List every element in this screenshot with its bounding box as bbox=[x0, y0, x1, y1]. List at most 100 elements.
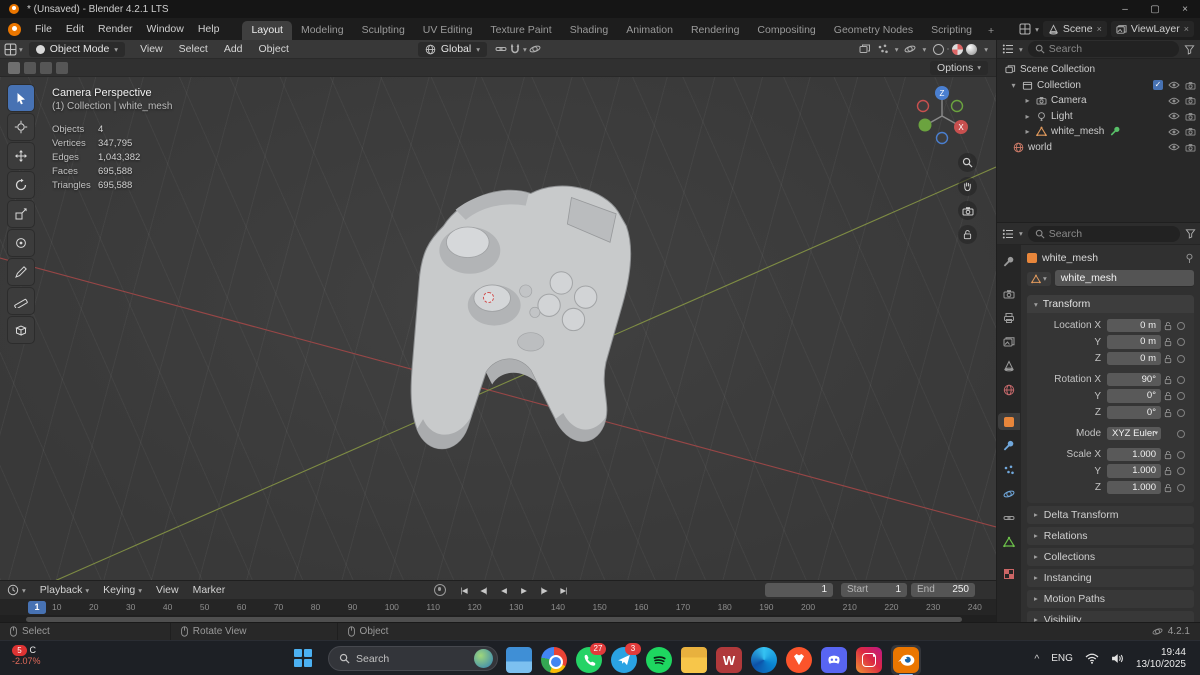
filter-funnel-icon[interactable] bbox=[1184, 44, 1195, 55]
menu-add[interactable]: Add bbox=[217, 42, 250, 56]
collection-checkbox[interactable]: ✓ bbox=[1153, 80, 1163, 91]
menu-edit[interactable]: Edit bbox=[59, 21, 91, 37]
menu-window[interactable]: Window bbox=[139, 21, 190, 37]
tool-add-cube[interactable] bbox=[8, 317, 34, 343]
tab-object[interactable] bbox=[998, 413, 1020, 430]
blender-menu-logo-icon[interactable] bbox=[8, 22, 21, 36]
select-mode-new-icon[interactable] bbox=[8, 61, 20, 74]
menu-playback[interactable]: Playback ▾ bbox=[33, 584, 96, 596]
discord-icon[interactable] bbox=[821, 647, 847, 673]
tab-output[interactable] bbox=[998, 309, 1020, 326]
maximize-button[interactable]: ▢ bbox=[1140, 0, 1170, 18]
hidden-icons-chevron[interactable]: ^ bbox=[1034, 653, 1039, 665]
scene-selector[interactable]: Scene × bbox=[1042, 21, 1107, 37]
outliner-row[interactable]: ▸ white_mesh bbox=[997, 124, 1200, 140]
blender-taskbar-icon[interactable] bbox=[893, 647, 919, 675]
render-visibility-icon[interactable] bbox=[1185, 81, 1196, 90]
workspace-tab[interactable]: Shading bbox=[561, 21, 618, 40]
select-mode-intersect-icon[interactable] bbox=[56, 61, 68, 74]
menu-select[interactable]: Select bbox=[172, 42, 215, 56]
tab-view-layer[interactable] bbox=[998, 333, 1020, 350]
word-app-icon[interactable]: W bbox=[716, 647, 742, 673]
lock-icon[interactable] bbox=[1164, 450, 1172, 460]
jump-to-end-button[interactable]: ▶| bbox=[554, 584, 573, 597]
decorate-icon[interactable] bbox=[1177, 354, 1185, 363]
spotify-icon[interactable] bbox=[646, 647, 672, 673]
section-visibility[interactable]: ▸ Visibility bbox=[1027, 610, 1194, 622]
overlays-chevron-icon[interactable]: ▾ bbox=[895, 45, 899, 54]
menu-help[interactable]: Help bbox=[191, 21, 227, 37]
outliner-row[interactable]: ▾ Collection ✓ bbox=[997, 78, 1200, 94]
lock-icon[interactable] bbox=[1164, 354, 1172, 364]
scale-z-field[interactable]: 1.000 bbox=[1107, 480, 1161, 495]
section-relations[interactable]: ▸ Relations bbox=[1027, 526, 1194, 545]
gizmos-chevron-icon[interactable]: ▾ bbox=[922, 45, 926, 54]
section-collections[interactable]: ▸ Collections bbox=[1027, 547, 1194, 566]
shading-rendered-icon[interactable] bbox=[966, 43, 978, 55]
timeline-scrollbar-thumb[interactable] bbox=[26, 616, 962, 622]
select-mode-extend-icon[interactable] bbox=[24, 61, 36, 74]
location-z-field[interactable]: 0 m bbox=[1107, 351, 1161, 366]
tool-scale[interactable] bbox=[8, 201, 34, 227]
pan-hand-icon[interactable] bbox=[958, 177, 977, 196]
tab-object-data[interactable] bbox=[998, 533, 1020, 550]
decorate-icon[interactable] bbox=[1177, 392, 1185, 400]
outliner-editor-icon[interactable] bbox=[1002, 43, 1014, 55]
workspace-tab[interactable]: UV Editing bbox=[414, 21, 482, 40]
stocks-widget[interactable]: 5 C -2.07% bbox=[12, 645, 41, 667]
add-workspace-button[interactable]: + bbox=[981, 22, 1001, 40]
minimize-button[interactable]: – bbox=[1110, 0, 1140, 18]
rotation-mode-dropdown[interactable]: XYZ Euler ▾ bbox=[1107, 426, 1161, 441]
decorate-icon[interactable] bbox=[1177, 338, 1185, 346]
workspace-tab[interactable]: Texture Paint bbox=[481, 21, 560, 40]
hide-eye-icon[interactable] bbox=[1168, 128, 1180, 136]
hide-eye-icon[interactable] bbox=[1168, 81, 1180, 89]
id-type-dropdown[interactable]: ▾ bbox=[1027, 271, 1051, 286]
shading-material-icon[interactable] bbox=[952, 43, 964, 55]
outliner-editor-chevron-icon[interactable]: ▾ bbox=[1019, 45, 1023, 54]
hide-eye-icon[interactable] bbox=[1168, 112, 1180, 120]
transform-panel-header[interactable]: ▾ Transform bbox=[1027, 295, 1194, 313]
tab-modifiers[interactable] bbox=[998, 437, 1020, 454]
scene-unlink-icon[interactable]: × bbox=[1097, 24, 1102, 34]
render-visibility-icon[interactable] bbox=[1185, 96, 1196, 105]
lock-icon[interactable] bbox=[1164, 483, 1172, 493]
gizmo-z-label[interactable]: Z bbox=[940, 89, 945, 98]
section-motion-paths[interactable]: ▸ Motion Paths bbox=[1027, 589, 1194, 608]
select-mode-subtract-icon[interactable] bbox=[40, 61, 52, 74]
shading-wireframe-icon[interactable] bbox=[933, 43, 945, 55]
expand-icon[interactable]: ▾ bbox=[1009, 81, 1018, 90]
mode-dropdown[interactable]: Object Mode ▾ bbox=[28, 41, 126, 57]
tab-physics[interactable] bbox=[998, 485, 1020, 502]
outliner-search-input[interactable]: Search bbox=[1027, 41, 1179, 57]
outliner-row[interactable]: ▸ Camera bbox=[997, 93, 1200, 109]
lock-icon[interactable] bbox=[1164, 337, 1172, 347]
tool-transform[interactable] bbox=[8, 230, 34, 256]
playhead[interactable]: 1 bbox=[28, 600, 46, 614]
clock[interactable]: 19:44 13/10/2025 bbox=[1136, 647, 1186, 671]
render-visibility-icon[interactable] bbox=[1185, 127, 1196, 136]
location-x-field[interactable]: 0 m bbox=[1107, 318, 1161, 333]
gizmo-y-axis[interactable] bbox=[918, 118, 932, 132]
wifi-icon[interactable] bbox=[1085, 653, 1099, 664]
options-dropdown[interactable]: Options ▾ bbox=[930, 60, 988, 75]
rotation-z-field[interactable]: 0° bbox=[1107, 405, 1161, 420]
gizmos-toggle-icon[interactable] bbox=[904, 43, 916, 55]
properties-editor-chevron-icon[interactable]: ▾ bbox=[1019, 229, 1023, 238]
decorate-icon[interactable] bbox=[1177, 450, 1185, 459]
workspace-tab[interactable]: Animation bbox=[617, 21, 682, 40]
tab-render[interactable] bbox=[998, 285, 1020, 302]
chrome-icon[interactable] bbox=[541, 647, 567, 673]
workspace-tab[interactable]: Rendering bbox=[682, 21, 748, 40]
pin-icon[interactable] bbox=[1185, 253, 1194, 264]
frame-start-field[interactable]: Start 1 bbox=[841, 583, 907, 597]
lock-icon[interactable] bbox=[1164, 391, 1172, 401]
timeline-editor-icon[interactable]: ▾ bbox=[0, 584, 33, 596]
editors-chevron-icon[interactable]: ▾ bbox=[1035, 25, 1039, 34]
object-name-input[interactable]: white_mesh bbox=[1054, 270, 1194, 287]
tab-tool[interactable] bbox=[998, 253, 1020, 270]
outliner-row[interactable]: Scene Collection bbox=[997, 62, 1200, 78]
zoom-icon[interactable] bbox=[958, 153, 977, 172]
menu-marker[interactable]: Marker bbox=[186, 584, 233, 596]
decorate-icon[interactable] bbox=[1177, 467, 1185, 475]
